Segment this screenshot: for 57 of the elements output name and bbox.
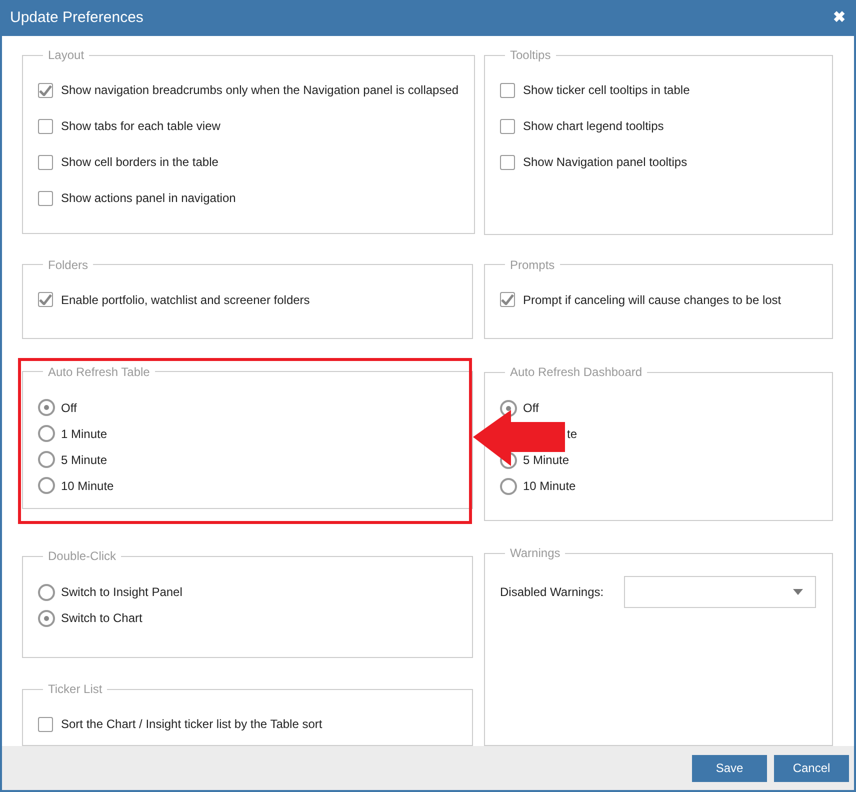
checkbox[interactable]: [500, 292, 515, 308]
checkbox-label: Show Navigation panel tooltips: [523, 154, 688, 171]
radio-button[interactable]: [500, 400, 517, 417]
checkbox-label: Show cell borders in the table: [61, 154, 218, 171]
checkbox[interactable]: [38, 190, 53, 206]
group-legend: Layout: [43, 46, 90, 64]
close-button[interactable]: ✖: [833, 6, 846, 30]
window-title: Update Preferences: [10, 8, 144, 28]
checkmark-icon: [39, 294, 52, 306]
radio-button[interactable]: [38, 451, 55, 468]
checkbox-label: Show chart legend tooltips: [523, 118, 664, 135]
radio-button[interactable]: [38, 584, 55, 601]
checkbox-label: Show tabs for each table view: [61, 118, 220, 135]
radio-label: 10 Minute: [61, 478, 114, 495]
radio-button[interactable]: [38, 610, 55, 627]
group-legend: Warnings: [505, 544, 566, 562]
group-legend: Prompts: [505, 256, 560, 274]
checkbox-label: Show actions panel in navigation: [61, 190, 236, 207]
checkmark-icon: [501, 294, 514, 306]
field-label: Disabled Warnings:: [500, 584, 604, 602]
checkmark-icon: [39, 84, 52, 96]
radio-label: Off: [523, 400, 539, 418]
checkbox[interactable]: [500, 82, 515, 98]
checkbox-label: Prompt if canceling will cause changes to be lost: [523, 292, 782, 309]
radio-label: te: [567, 426, 578, 444]
radio-label: 1 Minute: [61, 426, 108, 443]
radio-button[interactable]: [38, 425, 55, 442]
checkbox[interactable]: [500, 118, 515, 134]
checkbox[interactable]: [38, 154, 53, 170]
dropdown-field[interactable]: [624, 576, 816, 608]
group-legend: Auto Refresh Table: [43, 362, 155, 381]
radio-label: Switch to Insight Panel: [61, 584, 182, 602]
group-legend: Ticker List: [43, 680, 108, 698]
group-legend: Auto Refresh Dashboard: [505, 363, 648, 382]
dialog-button[interactable]: Cancel: [774, 754, 849, 782]
caret-icon: [792, 589, 803, 596]
checkbox[interactable]: [38, 82, 53, 98]
checkbox-label: Show navigation breadcrumbs only when the Navigation panel is collapsed: [61, 82, 459, 99]
group-legend: Tooltips: [505, 46, 556, 64]
radio-button[interactable]: [38, 477, 55, 494]
radio-button[interactable]: [500, 478, 517, 495]
checkbox-label: Sort the Chart / Insight ticker list by the Table sort: [61, 716, 322, 733]
radio-label: 5 Minute: [523, 452, 570, 470]
radio-label: Off: [61, 400, 77, 417]
radio-label: 10 Minute: [523, 478, 576, 496]
radio-label: Switch to Chart: [61, 610, 142, 628]
radio-button[interactable]: [38, 399, 55, 416]
checkbox-label: Enable portfolio, watchlist and screener folders: [61, 292, 310, 309]
checkbox[interactable]: [500, 154, 515, 170]
checkbox[interactable]: [38, 716, 53, 732]
group-legend: Folders: [43, 256, 94, 274]
checkbox[interactable]: [38, 118, 53, 134]
checkbox[interactable]: [38, 292, 53, 308]
group-legend: Double-Click: [43, 547, 122, 566]
radio-label: 5 Minute: [61, 452, 108, 469]
dialog-button[interactable]: Save: [692, 754, 767, 782]
checkbox-label: Show ticker cell tooltips in table: [523, 82, 690, 99]
